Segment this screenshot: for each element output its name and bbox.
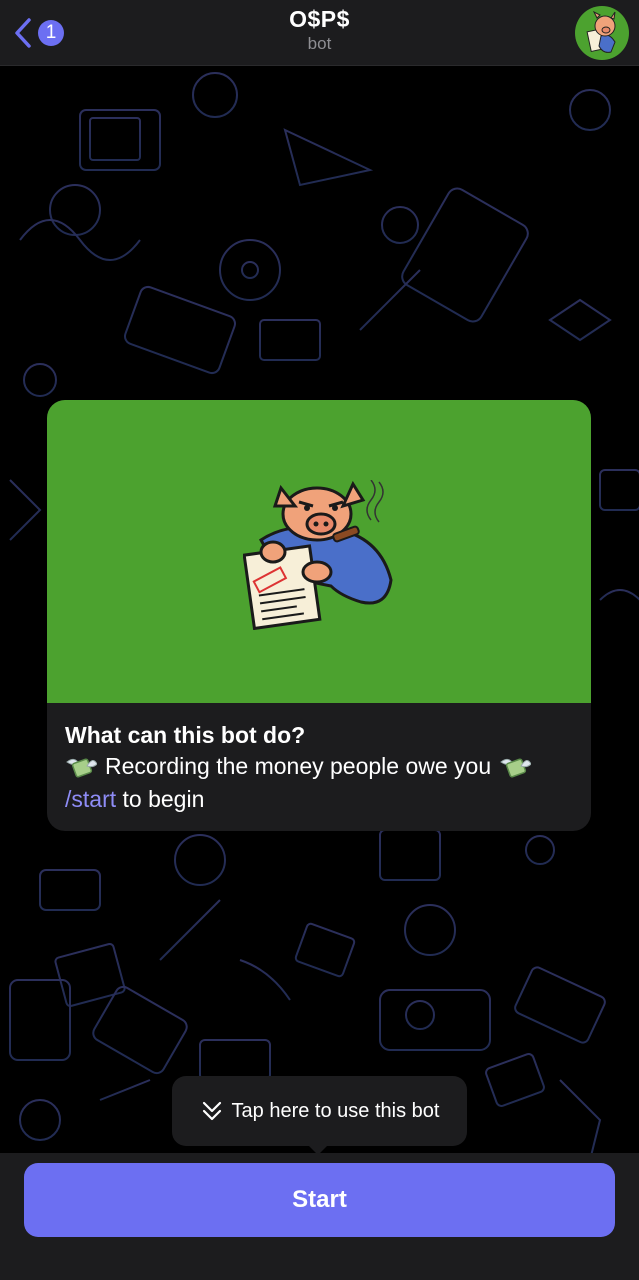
start-instruction-line: /start to begin (65, 783, 573, 816)
bot-intro-text: What can this bot do? Recording the mone… (47, 703, 591, 816)
chat-title-area[interactable]: O$P$ bot (0, 6, 639, 54)
pig-with-invoice-illustration (243, 480, 393, 630)
money-with-wings-icon (500, 757, 532, 778)
bot-intro-heading: What can this bot do? (65, 722, 306, 748)
bot-description: Recording the money people owe you (105, 753, 492, 779)
double-chevron-down-icon (202, 1101, 221, 1121)
start-button[interactable]: Start (24, 1163, 615, 1237)
money-with-wings-icon (66, 757, 97, 778)
tooltip-text: Tap here to use this bot (231, 1099, 440, 1122)
chat-header: 1 O$P$ bot (0, 0, 639, 66)
bottom-bar: Start (0, 1153, 639, 1280)
pig-mascot-icon (586, 10, 616, 53)
chat-subtitle: bot (307, 34, 332, 53)
use-bot-tooltip[interactable]: Tap here to use this bot (172, 1076, 467, 1155)
bot-intro-media (47, 400, 591, 703)
start-instruction-text: to begin (116, 786, 205, 812)
chat-title: O$P$ (289, 6, 350, 32)
bot-avatar[interactable] (575, 6, 629, 60)
start-command-link[interactable]: /start (65, 783, 116, 816)
bot-intro-card: What can this bot do? Recording the mone… (47, 400, 591, 831)
bot-description-line: Recording the money people owe you (65, 750, 573, 783)
